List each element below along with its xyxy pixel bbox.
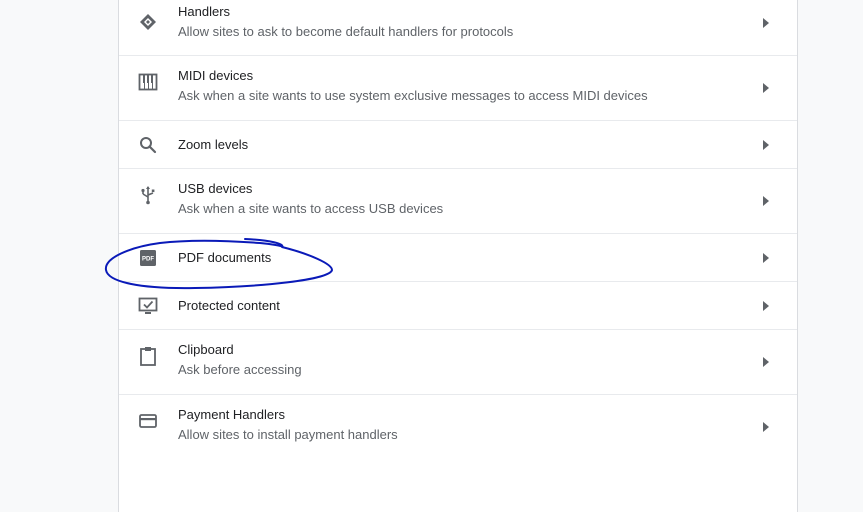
row-title: Clipboard	[178, 342, 234, 357]
site-settings-card: Handlers Allow sites to ask to become de…	[118, 0, 798, 512]
row-title: MIDI devices	[178, 68, 254, 83]
caret-right-icon	[761, 195, 771, 207]
row-handlers[interactable]: Handlers Allow sites to ask to become de…	[119, 0, 797, 56]
row-title: Protected content	[178, 298, 280, 313]
caret-right-icon	[761, 421, 771, 433]
caret-right-icon	[761, 252, 771, 264]
row-subtitle: Ask when a site wants to use system excl…	[178, 88, 648, 103]
pdf-icon-label: PDF	[142, 257, 154, 263]
row-subtitle: Ask when a site wants to access USB devi…	[178, 201, 444, 216]
usb-icon	[138, 185, 158, 205]
row-title: Zoom levels	[178, 137, 249, 152]
row-subtitle: Ask before accessing	[178, 362, 302, 377]
search-icon	[138, 135, 158, 155]
row-usb-devices[interactable]: USB devices Ask when a site wants to acc…	[119, 169, 797, 234]
caret-right-icon	[761, 82, 771, 94]
row-pdf-documents[interactable]: PDF PDF documents	[119, 234, 797, 282]
row-title: Payment Handlers	[178, 407, 285, 422]
row-protected-content[interactable]: Protected content	[119, 282, 797, 330]
row-clipboard[interactable]: Clipboard Ask before accessing	[119, 330, 797, 395]
credit-card-icon	[138, 411, 158, 431]
clipboard-icon	[138, 346, 158, 366]
row-midi-devices[interactable]: MIDI devices Ask when a site wants to us…	[119, 56, 797, 121]
caret-right-icon	[761, 356, 771, 368]
caret-right-icon	[761, 139, 771, 151]
row-subtitle: Allow sites to ask to become default han…	[178, 24, 514, 39]
row-payment-handlers[interactable]: Payment Handlers Allow sites to install …	[119, 395, 797, 460]
handlers-icon	[138, 12, 158, 32]
row-title: Handlers	[178, 4, 231, 19]
caret-right-icon	[761, 17, 771, 29]
pdf-icon: PDF	[138, 248, 158, 268]
row-title: USB devices	[178, 181, 253, 196]
caret-right-icon	[761, 300, 771, 312]
protected-content-icon	[138, 296, 158, 316]
piano-icon	[138, 72, 158, 92]
row-zoom-levels[interactable]: Zoom levels	[119, 121, 797, 169]
row-title: PDF documents	[178, 250, 272, 265]
settings-page: Handlers Allow sites to ask to become de…	[0, 0, 863, 512]
row-subtitle: Allow sites to install payment handlers	[178, 427, 398, 442]
